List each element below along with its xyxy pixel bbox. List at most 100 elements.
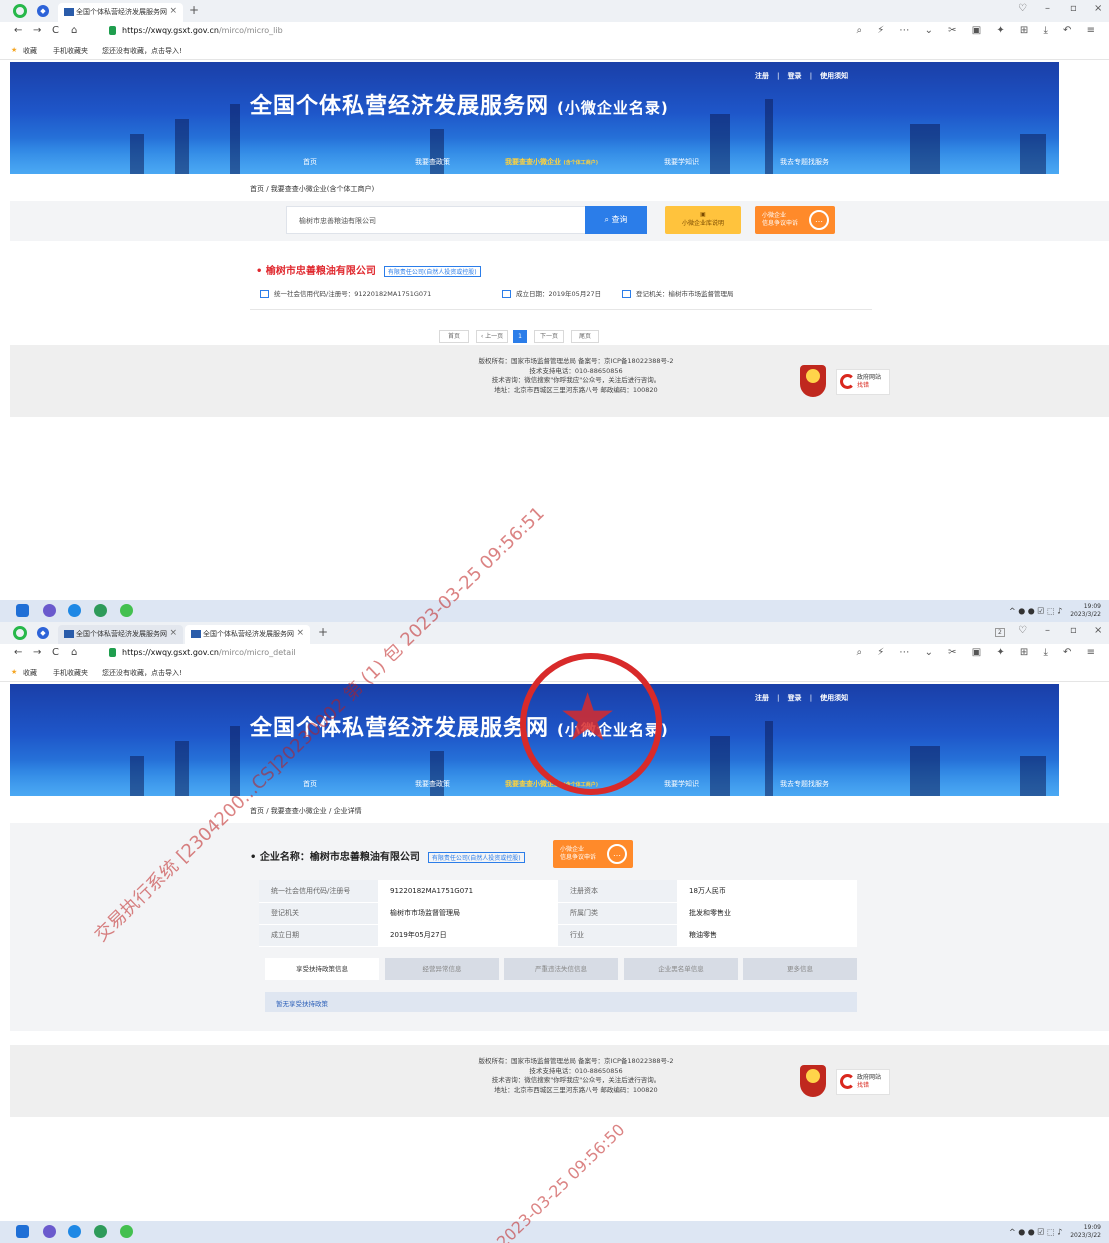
bookmark-favorites[interactable]: 收藏 <box>23 668 37 678</box>
login-link[interactable]: 登录 <box>788 72 802 80</box>
bookmark-mobile[interactable]: 手机收藏夹 <box>53 46 88 56</box>
new-tab-icon[interactable]: + <box>189 3 199 17</box>
browser-tools[interactable]: ⌕ ⚡ ⋯ ⌄ ✂ ▣ ✦ ⊞ ⤓ ↶ ≡ <box>856 647 1101 658</box>
url-host: https://xwqy.gsxt.gov.cn <box>122 26 219 35</box>
edge-icon[interactable] <box>68 604 81 617</box>
library-guide-label: 小微企业库说明 <box>681 220 724 227</box>
tab-abnormal[interactable]: 经营异常信息 <box>385 958 499 980</box>
menu-policy[interactable]: 我要查政策 <box>415 157 450 167</box>
gov-badge-error: 找错 <box>857 1082 870 1089</box>
tab-blacklist[interactable]: 企业黑名单信息 <box>624 958 738 980</box>
login-link[interactable]: 登录 <box>788 694 802 702</box>
field-label: 所属门类 <box>558 902 677 925</box>
menu-service[interactable]: 我去专题找服务 <box>780 779 829 789</box>
browser-tools[interactable]: ⌕ ⚡ ⋯ ⌄ ✂ ▣ ✦ ⊞ ⤓ ↶ ≡ <box>856 25 1101 36</box>
party-badge-icon[interactable] <box>800 365 826 397</box>
menu-knowledge[interactable]: 我要学知识 <box>664 779 699 789</box>
reload-icon[interactable]: C <box>52 25 59 36</box>
browser-icon[interactable] <box>120 1225 133 1238</box>
guide-link[interactable]: 使用须知 <box>820 694 848 702</box>
pager-next[interactable]: 下一页 <box>534 330 564 343</box>
site-title: 全国个体私营经济发展服务网 (小微企业名录) <box>250 88 669 120</box>
restore-icon[interactable]: ▫ <box>1070 3 1077 14</box>
forward-icon[interactable]: → <box>33 647 41 658</box>
search-button-label: 查询 <box>611 215 628 224</box>
guide-link[interactable]: 使用须知 <box>820 72 848 80</box>
browser-tab-detail[interactable]: 全国个体私营经济发展服务网 × <box>185 625 310 644</box>
edge-icon[interactable] <box>68 1225 81 1238</box>
gov-error-badge[interactable]: 政府网站 找错 <box>836 369 890 395</box>
result-name[interactable]: 榆树市忠善粮油有限公司 <box>266 266 376 277</box>
tab-more[interactable]: 更多信息 <box>743 958 857 980</box>
pager-last[interactable]: 尾页 <box>571 330 599 343</box>
close-tab-icon[interactable]: × <box>296 628 304 638</box>
library-guide-button[interactable]: ▣ 小微企业库说明 <box>665 206 741 234</box>
forward-icon[interactable]: → <box>33 25 41 36</box>
restore-icon[interactable]: ▫ <box>1070 625 1077 636</box>
close-window-icon[interactable]: × <box>1094 625 1102 636</box>
party-badge-icon[interactable] <box>800 1065 826 1097</box>
home-icon[interactable]: ⌂ <box>71 25 77 36</box>
url-field[interactable]: https://xwqy.gsxt.gov.cn/mirco/micro_det… <box>122 648 296 657</box>
skin-icon[interactable]: ♡ <box>1018 3 1027 14</box>
register-link[interactable]: 注册 <box>755 72 769 80</box>
site-favicon-icon <box>64 630 74 638</box>
dispute-button[interactable]: 小微企业 信息争议申诉 … <box>553 840 633 868</box>
pager-current[interactable]: 1 <box>513 330 527 343</box>
gov-badge-text: 政府网站 <box>857 374 882 381</box>
bookmark-hint[interactable]: 您还没有收藏，点击导入! <box>102 46 182 56</box>
start-icon[interactable] <box>16 604 29 617</box>
close-window-icon[interactable]: × <box>1094 3 1102 14</box>
browser-tab-list[interactable]: 全国个体私营经济发展服务网 × <box>58 3 183 22</box>
back-icon[interactable]: ← <box>14 25 22 36</box>
start-icon[interactable] <box>16 1225 29 1238</box>
tab-violations[interactable]: 严重违法失信信息 <box>504 958 618 980</box>
system-tray[interactable]: ^ ● ● ☑ ⬚ ♪ 19:09 2023/3/22 <box>1009 603 1101 619</box>
menu-home[interactable]: 首页 <box>303 157 317 167</box>
pager-prev[interactable]: ‹ 上一页 <box>476 330 508 343</box>
dispute-button[interactable]: 小微企业 信息争议申诉 … <box>755 206 835 234</box>
menu-query-enterprise[interactable]: 我要查查小微企业 (含个体工商户) <box>505 157 598 167</box>
app-icon[interactable] <box>43 1225 56 1238</box>
site-subtitle: (小微企业名录) <box>557 721 669 739</box>
home-icon[interactable]: ⌂ <box>71 647 77 658</box>
tab-support-policy[interactable]: 享受扶持政策信息 <box>265 958 379 980</box>
tab-count-badge[interactable]: 2 <box>995 628 1005 637</box>
menu-query-enterprise[interactable]: 我要查查小微企业 (含个体工商户) <box>505 779 598 789</box>
system-tray[interactable]: ^ ● ● ☑ ⬚ ♪ 19:09 2023/3/22 <box>1009 1224 1101 1240</box>
company-name-label: 企业名称： <box>259 852 310 863</box>
close-tab-icon[interactable]: × <box>169 628 177 638</box>
menu-home[interactable]: 首页 <box>303 779 317 789</box>
shield-icon[interactable]: ◆ <box>37 627 49 639</box>
register-link[interactable]: 注册 <box>755 694 769 702</box>
menu-policy[interactable]: 我要查政策 <box>415 779 450 789</box>
result-title[interactable]: • 榆树市忠善粮油有限公司 有限责任公司(自然人投资或控股) <box>256 262 481 277</box>
back-icon[interactable]: ← <box>14 647 22 658</box>
new-tab-icon[interactable]: + <box>318 625 328 639</box>
url-field[interactable]: https://xwqy.gsxt.gov.cn/mirco/micro_lib <box>122 26 283 35</box>
result-item[interactable]: • 榆树市忠善粮油有限公司 有限责任公司(自然人投资或控股) 统一社会信用代码/注… <box>250 254 872 310</box>
menu-service[interactable]: 我去专题找服务 <box>780 157 829 167</box>
browser-icon[interactable] <box>120 604 133 617</box>
gov-badge-text: 政府网站 <box>857 1074 882 1081</box>
clock-date: 2023/3/22 <box>1070 611 1101 618</box>
app-icon[interactable] <box>94 604 107 617</box>
search-button[interactable]: ⌕ 查询 <box>585 206 647 234</box>
shield-icon[interactable]: ◆ <box>37 5 49 17</box>
menu-knowledge[interactable]: 我要学知识 <box>664 157 699 167</box>
close-tab-icon[interactable]: × <box>169 6 177 16</box>
gov-error-badge[interactable]: 政府网站 找错 <box>836 1069 890 1095</box>
app-icon[interactable] <box>43 604 56 617</box>
app-icon[interactable] <box>94 1225 107 1238</box>
skin-icon[interactable]: ♡ <box>1018 625 1027 636</box>
search-input[interactable]: 榆树市忠善粮油有限公司 <box>286 206 586 234</box>
bookmark-hint[interactable]: 您还没有收藏，点击导入! <box>102 668 182 678</box>
bookmark-favorites[interactable]: 收藏 <box>23 46 37 56</box>
pager-first[interactable]: 首页 <box>439 330 469 343</box>
minimize-icon[interactable]: – <box>1045 625 1050 636</box>
bookmark-mobile[interactable]: 手机收藏夹 <box>53 668 88 678</box>
browser-tab-list[interactable]: 全国个体私营经济发展服务网 × <box>58 625 183 644</box>
minimize-icon[interactable]: – <box>1045 3 1050 14</box>
reload-icon[interactable]: C <box>52 647 59 658</box>
url-path: /mirco/micro_detail <box>218 648 296 657</box>
